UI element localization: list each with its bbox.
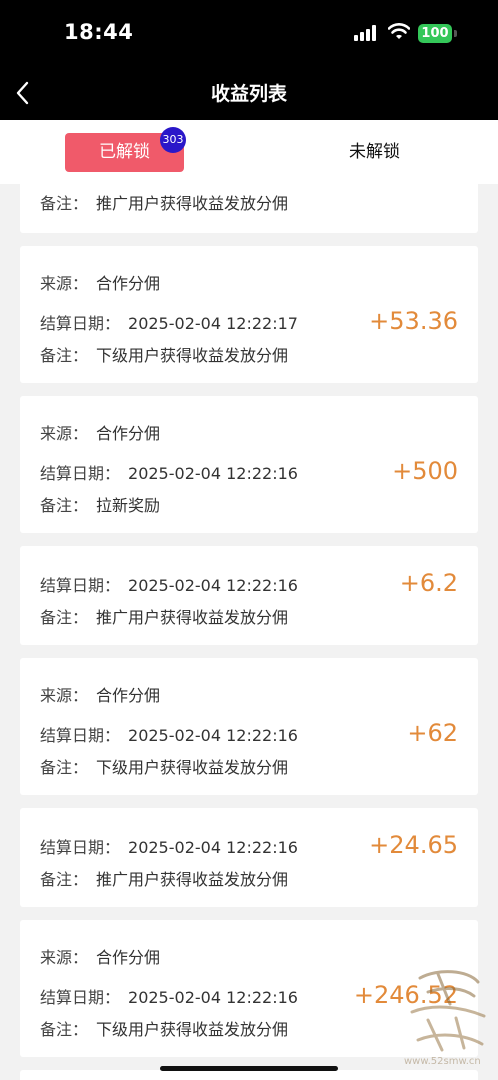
list-item: 来源： 合作分佣 结算日期： 2025-02-04 12:22:17 备注： 下级用户… [20,246,478,383]
note-value: 下级用户获得收益发放分佣 [96,758,289,777]
source-value: 合作分佣 [96,424,161,443]
source-value: 合作分佣 [96,948,161,967]
amount-value: +500 [392,457,458,485]
amount-value: +53.36 [369,307,458,335]
list-item: 备注： 推广用户获得收益发放分佣 [20,184,478,233]
source-value: 合作分佣 [96,686,161,705]
amount-value: +62 [407,719,458,747]
date-value: 2025-02-04 12:22:16 [128,726,298,745]
note-value: 推广用户获得收益发放分佣 [96,870,289,889]
note-value: 推广用户获得收益发放分佣 [96,194,289,213]
date-value: 2025-02-04 12:22:16 [128,464,298,483]
wifi-icon [388,23,410,39]
note-value: 拉新奖励 [96,496,161,515]
list-item: 结算日期： 2025-02-04 12:22:16 备注： 推广用户获得收益发放分佣… [20,546,478,645]
status-bar: 18:44 100 [0,0,498,66]
tab-bar: 已解锁 未解锁 [0,120,498,184]
list-item [20,1070,478,1080]
date-value: 2025-02-04 12:22:16 [128,838,298,857]
note-value: 下级用户获得收益发放分佣 [96,346,289,365]
watermark-text: www.52smw.cn [404,1056,481,1067]
note-value: 推广用户获得收益发放分佣 [96,608,289,627]
list-item: 来源： 合作分佣 结算日期： 2025-02-04 12:22:16 备注： 下级用户… [20,658,478,795]
income-list[interactable]: 备注： 推广用户获得收益发放分佣 来源： 合作分佣 结算日期： 2025-02-04 … [0,184,498,1080]
home-indicator [160,1066,338,1071]
amount-value: +24.65 [369,831,458,859]
date-value: 2025-02-04 12:22:17 [128,314,298,333]
watermark-logo: www.52smw.cn [404,970,486,1067]
list-item: 结算日期： 2025-02-04 12:22:16 备注： 推广用户获得收益发放分佣… [20,808,478,907]
battery-icon: 100 [418,24,452,43]
date-value: 2025-02-04 12:22:16 [128,576,298,595]
date-value: 2025-02-04 12:22:16 [128,988,298,1007]
amount-value: +6.2 [399,569,458,597]
status-time: 18:44 [64,20,134,44]
page-title: 收益列表 [210,83,287,105]
battery-tip [454,30,457,37]
tab-locked[interactable]: 未解锁 [315,133,434,172]
source-value: 合作分佣 [96,274,161,293]
cellular-signal-icon [354,25,378,41]
list-item: 来源： 合作分佣 结算日期： 2025-02-04 12:22:16 备注： 拉新奖励… [20,396,478,533]
nav-bar: 收益列表 [0,66,498,120]
note-value: 下级用户获得收益发放分佣 [96,1020,289,1039]
count-badge: 303 [160,127,186,153]
